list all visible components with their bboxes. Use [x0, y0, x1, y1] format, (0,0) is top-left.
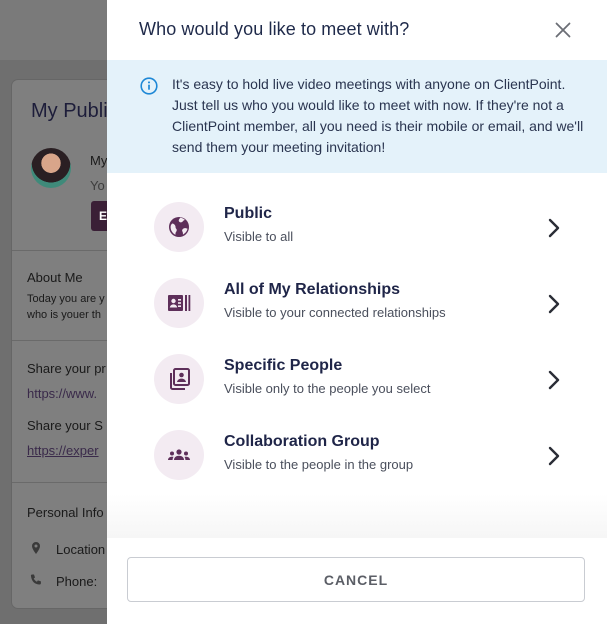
option-title: Public [224, 205, 273, 222]
option-title: Collaboration Group [224, 433, 380, 450]
background-about-line: who is youer th [27, 309, 101, 321]
background-personal-info-heading: Personal Info [27, 505, 104, 520]
option-title: All of My Relationships [224, 281, 401, 298]
chevron-right-icon [548, 370, 560, 390]
background-divider [12, 340, 112, 341]
info-banner: It's easy to hold live video meetings wi… [107, 60, 607, 173]
background-about-line: Today you are y [27, 293, 105, 305]
option-specific-people[interactable]: Specific People Visible only to the peop… [152, 348, 572, 412]
background-share-link: https://www. [27, 386, 98, 401]
option-icon-circle [154, 278, 204, 328]
chevron-right-icon [548, 446, 560, 466]
option-description: Visible to the people in the group [224, 457, 414, 472]
chevron-right-icon [548, 294, 560, 314]
close-icon[interactable] [553, 20, 573, 40]
info-icon [140, 77, 158, 95]
background-share-heading: Share your S [27, 418, 103, 433]
location-pin-icon [32, 542, 40, 554]
cancel-button[interactable]: CANCEL [127, 557, 585, 602]
background-profile-subtitle: Yo [90, 178, 105, 193]
option-public[interactable]: Public Visible to all [152, 196, 572, 260]
background-profile-name: My [90, 153, 108, 168]
background-share-link: https://exper [27, 443, 99, 458]
option-description: Visible to your connected relationships [224, 305, 446, 320]
background-phone-label: Phone: [56, 574, 98, 589]
footer-shadow [107, 494, 607, 538]
contacts-book-icon [170, 368, 190, 390]
background-about-heading: About Me [27, 270, 83, 285]
background-share-heading: Share your pr [27, 361, 106, 376]
chevron-right-icon [548, 218, 560, 238]
background-divider [12, 250, 112, 251]
option-icon-circle [154, 430, 204, 480]
group-icon [168, 449, 190, 460]
avatar [31, 148, 71, 188]
modal-title: Who would you like to meet with? [139, 19, 410, 39]
info-text: It's easy to hold live video meetings wi… [172, 76, 584, 155]
option-title: Specific People [224, 357, 343, 374]
modal-footer: CANCEL [107, 538, 607, 624]
option-description: Visible only to the people you select [224, 381, 431, 396]
option-all-relationships[interactable]: All of My Relationships Visible to your … [152, 272, 572, 336]
option-description: Visible to all [224, 229, 294, 244]
background-page-title: My Publi [31, 100, 108, 122]
background-location-label: Location [56, 542, 106, 557]
option-icon-circle [154, 354, 204, 404]
phone-icon [30, 574, 41, 585]
option-icon-circle [154, 202, 204, 252]
background-divider [12, 482, 112, 483]
meeting-modal: Who would you like to meet with? It's ea… [107, 0, 607, 624]
option-collaboration-group[interactable]: Collaboration Group Visible to the peopl… [152, 424, 572, 488]
contact-card-icon [168, 295, 191, 311]
globe-icon [169, 217, 189, 237]
